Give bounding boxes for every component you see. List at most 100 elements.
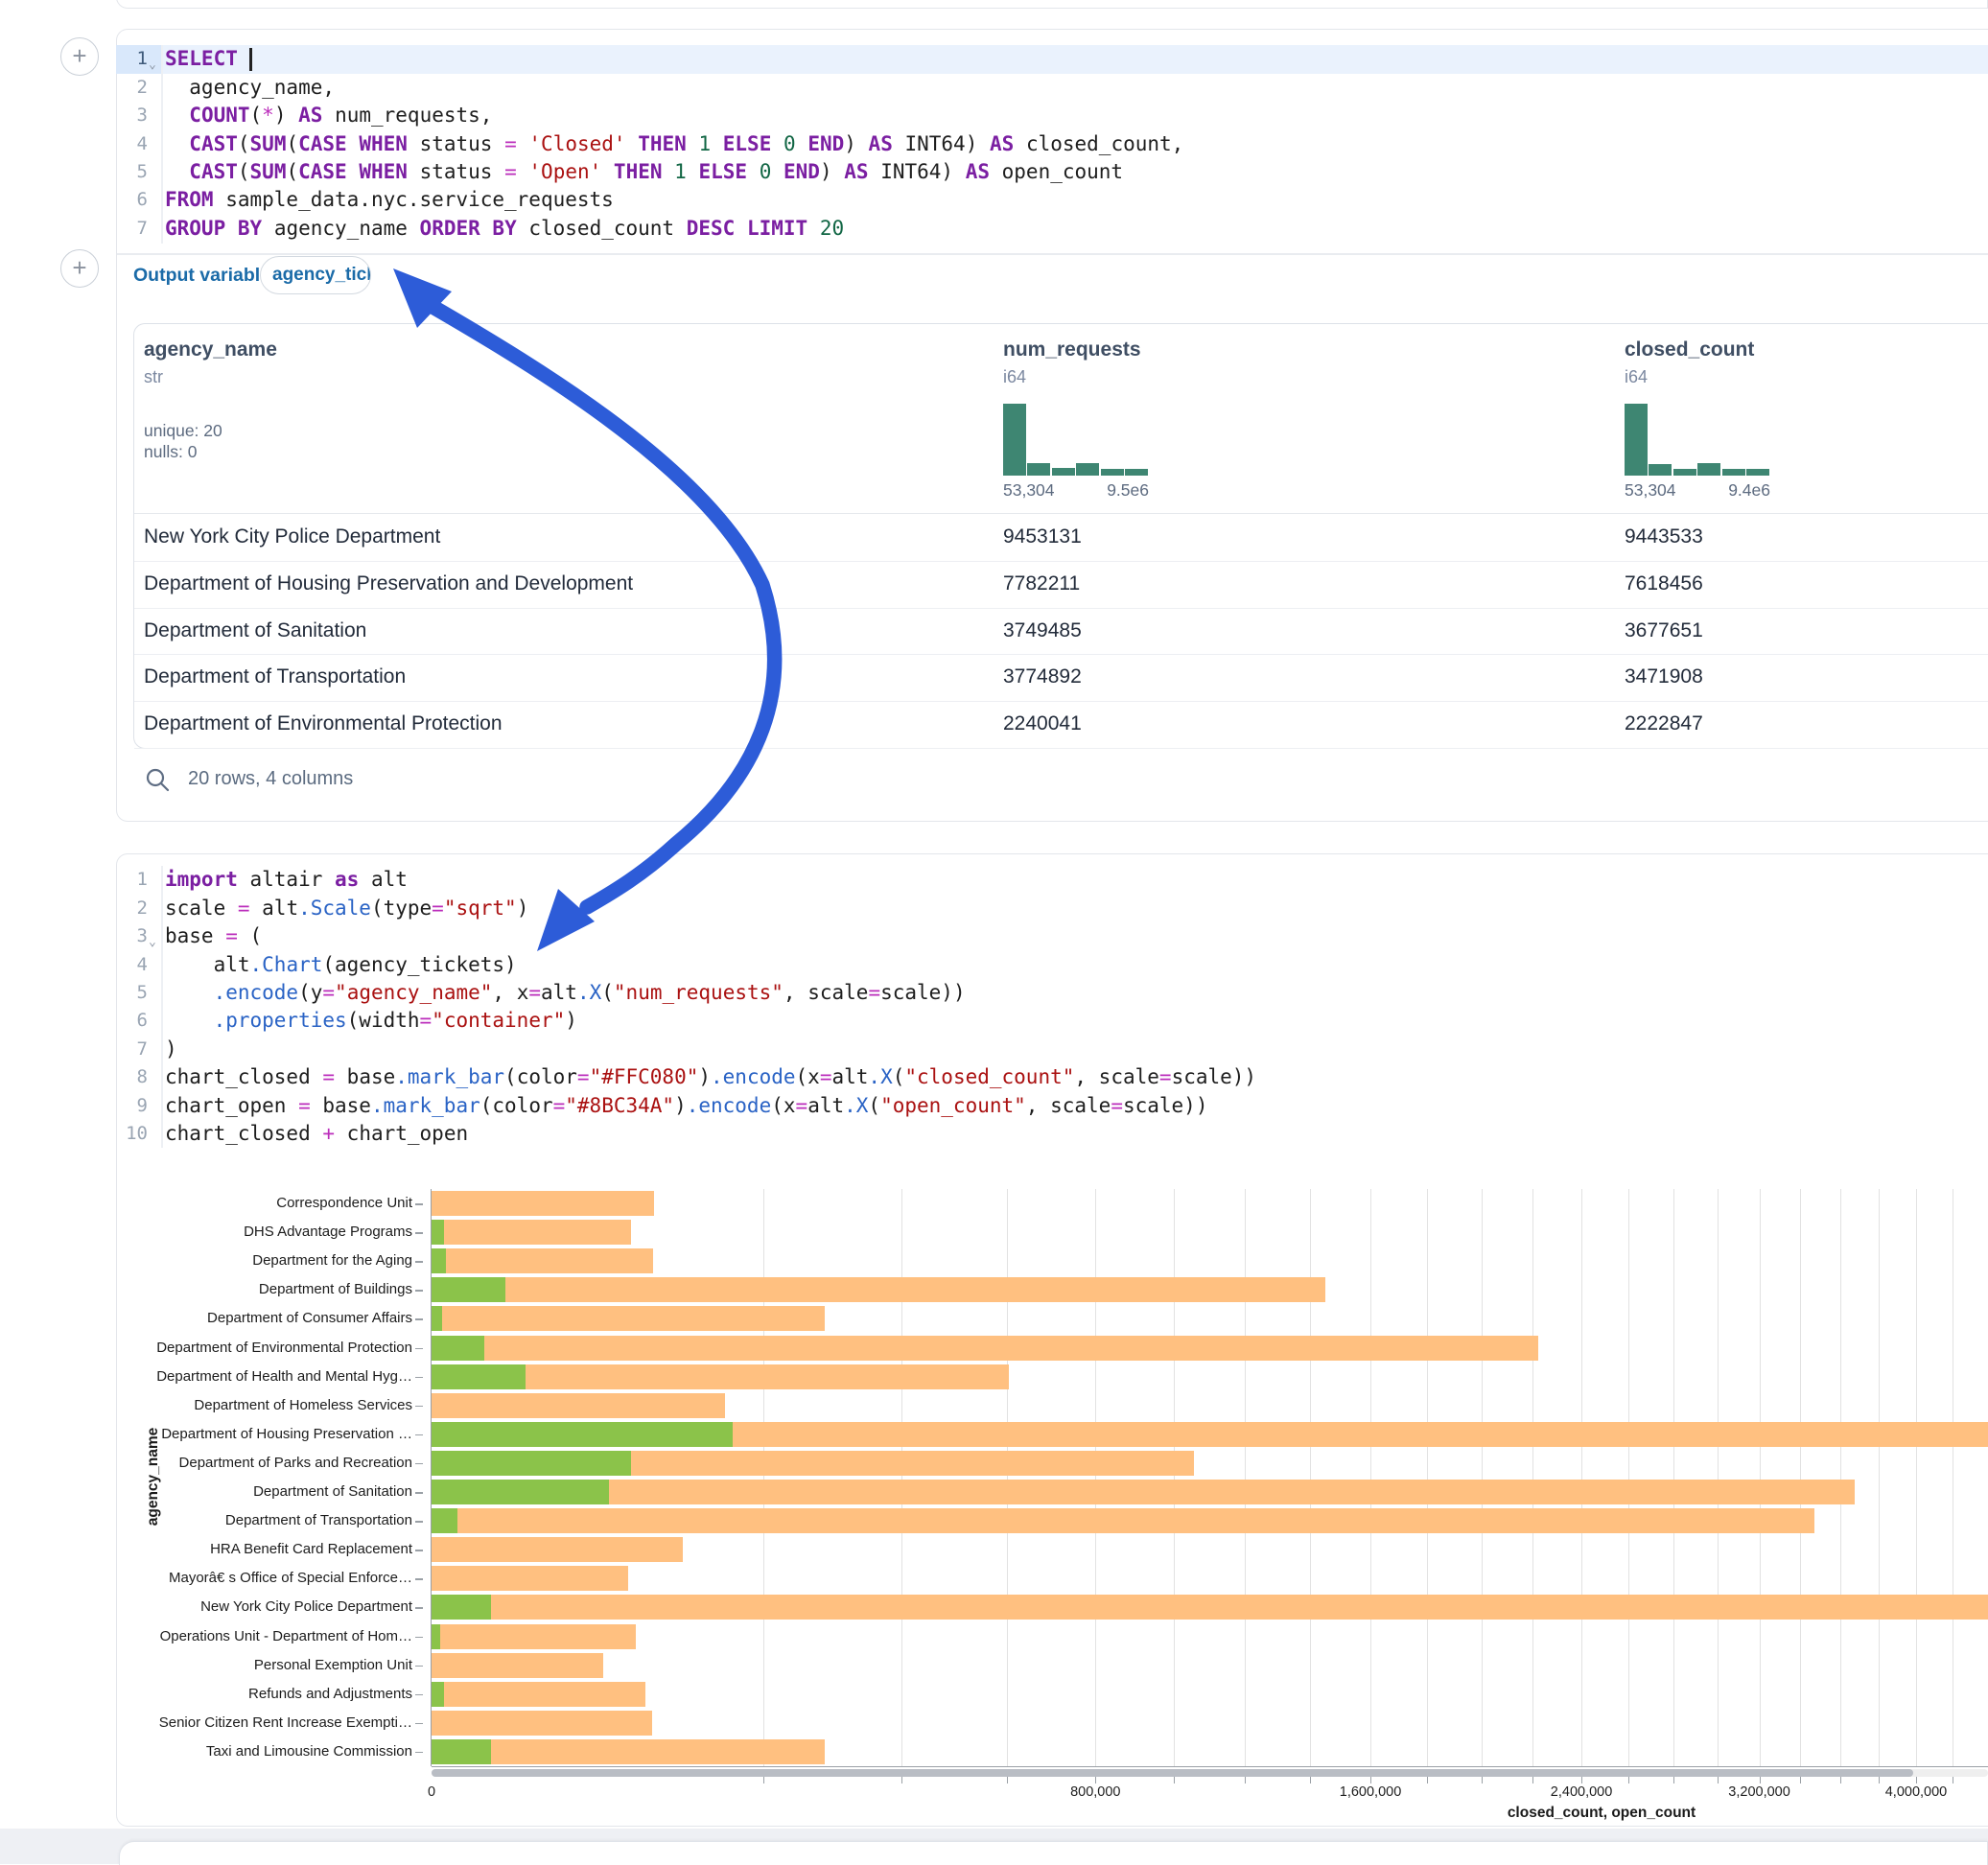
y-axis-label: Correspondence Unit (134, 1195, 412, 1211)
axis-tick (415, 1492, 423, 1494)
line-number: 3 (116, 102, 161, 129)
axis-tick (415, 1232, 423, 1234)
code-token: base (335, 1065, 395, 1088)
code-text: ) (165, 1036, 177, 1063)
axis-tick (415, 1578, 423, 1580)
code-token: SUM (250, 160, 287, 183)
y-axis-label: Department of Buildings (134, 1281, 412, 1297)
code-token: = (225, 924, 238, 947)
code-text: base = ( (165, 922, 262, 950)
y-axis-label: Department of Parks and Recreation (134, 1455, 412, 1471)
bar-closed-count (432, 1393, 725, 1418)
axis-tick (415, 1261, 423, 1263)
code-token: = (298, 1094, 311, 1117)
axis-tick (415, 1666, 423, 1667)
line-number: 4 (116, 951, 161, 979)
x-axis-tick-label: 800,000 (1028, 1784, 1162, 1800)
line-number: 4 (116, 130, 161, 158)
code-token: CAST (189, 160, 238, 183)
line-number: 7 (116, 215, 161, 243)
code-token: .encode (214, 981, 299, 1004)
table-cell: New York City Police Department (144, 514, 440, 561)
code-token: .Scale (298, 897, 371, 920)
y-axis-label: Department of Health and Mental Hyg… (134, 1368, 412, 1385)
y-axis-label: Refunds and Adjustments (134, 1686, 412, 1702)
code-token: .properties (214, 1009, 347, 1032)
y-axis-label: Department of Homeless Services (134, 1397, 412, 1413)
code-token: (y (298, 981, 322, 1004)
table-cell: Department of Sanitation (144, 608, 366, 655)
column-meta: nulls: 0 (144, 442, 197, 462)
code-text: chart_closed + chart_open (165, 1120, 468, 1148)
chart-scrollbar-thumb[interactable] (432, 1769, 1913, 1777)
code-token: BY (238, 217, 262, 240)
code-token (347, 160, 360, 183)
column-meta: unique: 20 (144, 421, 222, 441)
code-token: ( (250, 104, 263, 127)
code-text: SELECT (165, 45, 250, 73)
y-axis-label: Department of Housing Preservation … (134, 1426, 412, 1442)
bar-open-count (432, 1306, 442, 1331)
bar-closed-count (432, 1480, 1855, 1504)
line-number: 2 (116, 74, 161, 102)
code-token: (type (371, 897, 432, 920)
code-token (165, 104, 189, 127)
y-axis-label: Department of Environmental Protection (134, 1340, 412, 1356)
code-token: ( (286, 160, 298, 183)
plot-area (432, 0, 1988, 1864)
code-token: CASE (298, 132, 347, 155)
bar-open-count (432, 1451, 631, 1476)
code-token: GROUP (165, 217, 225, 240)
add-cell-button[interactable]: + (60, 249, 99, 288)
code-token: SELECT (165, 47, 238, 70)
code-token: chart_open (165, 1094, 298, 1117)
bar-open-count (432, 1277, 505, 1302)
code-token: = (238, 897, 250, 920)
bar-open-count (432, 1220, 444, 1245)
x-axis-tick-label: 0 (364, 1784, 499, 1800)
code-token: WHEN (359, 132, 408, 155)
bar-closed-count (432, 1653, 603, 1678)
code-token: altair (238, 868, 335, 891)
bar-closed-count (432, 1508, 1814, 1533)
y-axis-label: Department of Sanitation (134, 1483, 412, 1500)
bar-open-count (432, 1480, 609, 1504)
code-token: AS (298, 104, 322, 127)
code-token: WHEN (359, 160, 408, 183)
column-type: str (144, 367, 163, 387)
code-token (238, 47, 250, 70)
x-axis-tick-label: 2,400,000 (1514, 1784, 1649, 1800)
bar-closed-count (432, 1220, 631, 1245)
axis-tick (415, 1637, 423, 1639)
code-token: agency_name, (165, 76, 335, 99)
code-token: import (165, 868, 238, 891)
code-token (165, 981, 214, 1004)
output-variable-pill[interactable]: agency_tickets (260, 256, 371, 294)
x-axis-tick-label: 4,000,000 (1849, 1784, 1983, 1800)
y-axis-label: Senior Citizen Rent Increase Exempti… (134, 1714, 412, 1731)
bar-closed-count (432, 1537, 683, 1562)
axis-tick (415, 1607, 423, 1609)
y-axis-label: Department for the Aging (134, 1252, 412, 1269)
code-token: ) (165, 1037, 177, 1061)
add-cell-button[interactable]: + (60, 37, 99, 76)
code-token: * (262, 104, 274, 127)
code-token: FROM (165, 188, 214, 211)
bar-closed-count (432, 1711, 652, 1736)
code-token: as (335, 868, 359, 891)
code-token: ( (286, 132, 298, 155)
code-token: ( (238, 924, 262, 947)
bar-open-count (432, 1624, 440, 1649)
table-cell: Department of Transportation (144, 654, 406, 701)
code-token: alt (250, 897, 299, 920)
code-token: = (420, 1009, 433, 1032)
x-axis-tick-label: 1,600,000 (1303, 1784, 1438, 1800)
search-icon[interactable] (144, 766, 171, 793)
bar-open-count (432, 1508, 457, 1533)
code-token (165, 1009, 214, 1032)
line-number: 2 (116, 895, 161, 922)
output-variable-label: Output variable: (133, 265, 277, 287)
axis-tick (415, 1463, 423, 1465)
code-token: ) (274, 104, 298, 127)
bar-closed-count (432, 1191, 654, 1216)
